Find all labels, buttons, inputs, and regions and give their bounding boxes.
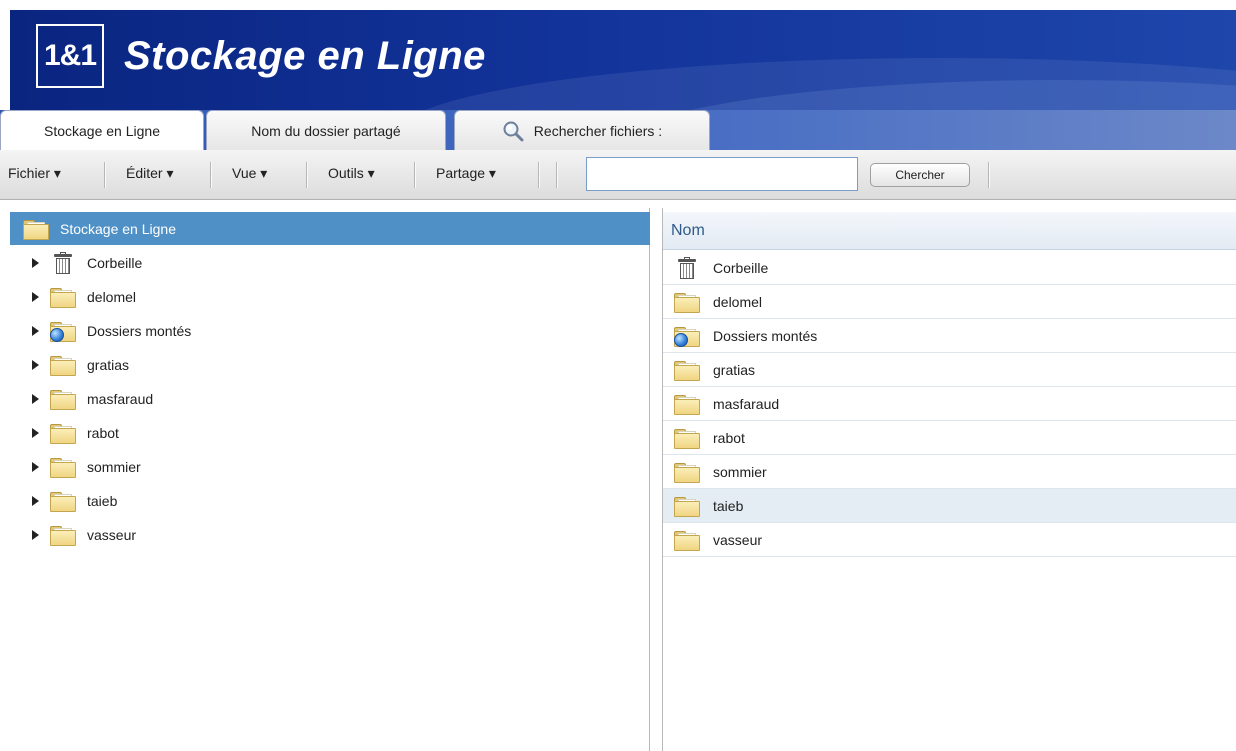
folder-icon [49, 490, 77, 512]
tab-search-files[interactable]: Rechercher fichiers : [454, 110, 710, 150]
app-title: Stockage en Ligne [124, 34, 486, 78]
expand-arrow-icon[interactable] [32, 462, 39, 472]
tree-item-label: Dossiers montés [87, 323, 192, 339]
list-item-selected[interactable]: taieb [663, 489, 1236, 523]
tab-label: Rechercher fichiers : [533, 122, 663, 139]
expand-arrow-icon[interactable] [32, 428, 39, 438]
folder-icon [49, 456, 77, 478]
folder-icon [49, 422, 77, 444]
folder-icon [49, 524, 77, 546]
folder-icon [673, 461, 701, 483]
list-item-label: rabot [713, 429, 745, 446]
list-item[interactable]: rabot [663, 421, 1236, 455]
menu-fichier[interactable]: Fichier ▾ [8, 165, 61, 182]
toolbar-separator [104, 162, 105, 188]
mounted-folder-icon [49, 320, 77, 342]
tree-item-corbeille[interactable]: Corbeille [10, 246, 630, 280]
tree-item-taieb[interactable]: taieb [10, 484, 630, 518]
folder-icon [673, 291, 701, 313]
folder-open-icon [22, 218, 50, 240]
folder-icon [673, 359, 701, 381]
expand-arrow-icon[interactable] [32, 496, 39, 506]
tree-item-masfaraud[interactable]: masfaraud [10, 382, 630, 416]
tree-root-label: Stockage en Ligne [60, 220, 176, 237]
tree-item-dossiers-montes[interactable]: Dossiers montés [10, 314, 630, 348]
tree-item-rabot[interactable]: rabot [10, 416, 630, 450]
tree-item-label: rabot [87, 425, 119, 441]
tree-item-label: Corbeille [87, 255, 143, 271]
tree-item-label: gratias [87, 357, 130, 373]
mounted-folder-icon [673, 325, 701, 347]
search-button[interactable]: Chercher [870, 163, 970, 187]
folder-icon [49, 286, 77, 308]
folder-icon [673, 495, 701, 517]
tree-root-item[interactable]: Stockage en Ligne [10, 212, 650, 245]
list-item-label: delomel [713, 293, 763, 310]
toolbar-separator [306, 162, 307, 188]
tab-bar: Stockage en Ligne Nom du dossier partagé… [0, 110, 1236, 150]
folder-tree: Stockage en Ligne Corbeille delomel Doss… [10, 208, 650, 751]
column-header-label: Nom [671, 221, 705, 239]
list-item[interactable]: masfaraud [663, 387, 1236, 421]
tree-item-delomel[interactable]: delomel [10, 280, 630, 314]
tree-item-label: masfaraud [87, 391, 154, 407]
tab-shared-folder[interactable]: Nom du dossier partagé [206, 110, 446, 150]
list-item[interactable]: delomel [663, 285, 1236, 319]
list-item[interactable]: vasseur [663, 523, 1236, 557]
menu-vue[interactable]: Vue ▾ [232, 165, 267, 182]
file-list: Nom Corbeille delomel Dossiers montés gr… [662, 208, 1236, 751]
trash-icon [673, 256, 701, 279]
expand-arrow-icon[interactable] [32, 394, 39, 404]
tree-item-gratias[interactable]: gratias [10, 348, 630, 382]
toolbar-separator [988, 162, 989, 188]
list-item-label: taieb [713, 497, 744, 514]
folder-icon [673, 427, 701, 449]
list-item-label: sommier [713, 463, 767, 480]
app-banner: 1&1 Stockage en Ligne [10, 10, 1236, 110]
expand-arrow-icon[interactable] [32, 360, 39, 370]
list-item[interactable]: sommier [663, 455, 1236, 489]
expand-arrow-icon[interactable] [32, 326, 39, 336]
toolbar-separator [210, 162, 211, 188]
list-item-label: masfaraud [713, 395, 780, 412]
logo[interactable]: 1&1 [36, 24, 104, 88]
tree-item-label: taieb [87, 493, 118, 509]
trash-icon [49, 252, 77, 274]
tab-label: Nom du dossier partagé [251, 122, 401, 139]
toolbar-separator [414, 162, 415, 188]
tab-stockage-en-ligne[interactable]: Stockage en Ligne [0, 110, 204, 150]
folder-icon [673, 393, 701, 415]
menu-editer[interactable]: Éditer ▾ [126, 165, 174, 182]
tree-item-vasseur[interactable]: vasseur [10, 518, 630, 552]
column-header-nom[interactable]: Nom [663, 212, 1236, 250]
list-item[interactable]: Corbeille [663, 251, 1236, 285]
tree-item-sommier[interactable]: sommier [10, 450, 630, 484]
folder-icon [49, 354, 77, 376]
list-item-label: gratias [713, 361, 756, 378]
tree-item-label: vasseur [87, 527, 137, 543]
folder-icon [49, 388, 77, 410]
tab-label: Stockage en Ligne [44, 122, 160, 139]
list-item-label: Dossiers montés [713, 327, 818, 344]
toolbar-separator [556, 162, 557, 188]
list-item-label: Corbeille [713, 259, 769, 276]
folder-icon [673, 529, 701, 551]
search-input[interactable] [586, 157, 858, 191]
menu-outils[interactable]: Outils ▾ [328, 165, 375, 182]
tree-item-label: sommier [87, 459, 141, 475]
tree-item-label: delomel [87, 289, 137, 305]
menu-partage[interactable]: Partage ▾ [436, 165, 496, 182]
expand-arrow-icon[interactable] [32, 530, 39, 540]
list-item-label: vasseur [713, 531, 763, 548]
toolbar-separator [538, 162, 539, 188]
expand-arrow-icon[interactable] [32, 258, 39, 268]
magnifier-icon [502, 120, 524, 142]
list-item[interactable]: gratias [663, 353, 1236, 387]
list-item[interactable]: Dossiers montés [663, 319, 1236, 353]
expand-arrow-icon[interactable] [32, 292, 39, 302]
